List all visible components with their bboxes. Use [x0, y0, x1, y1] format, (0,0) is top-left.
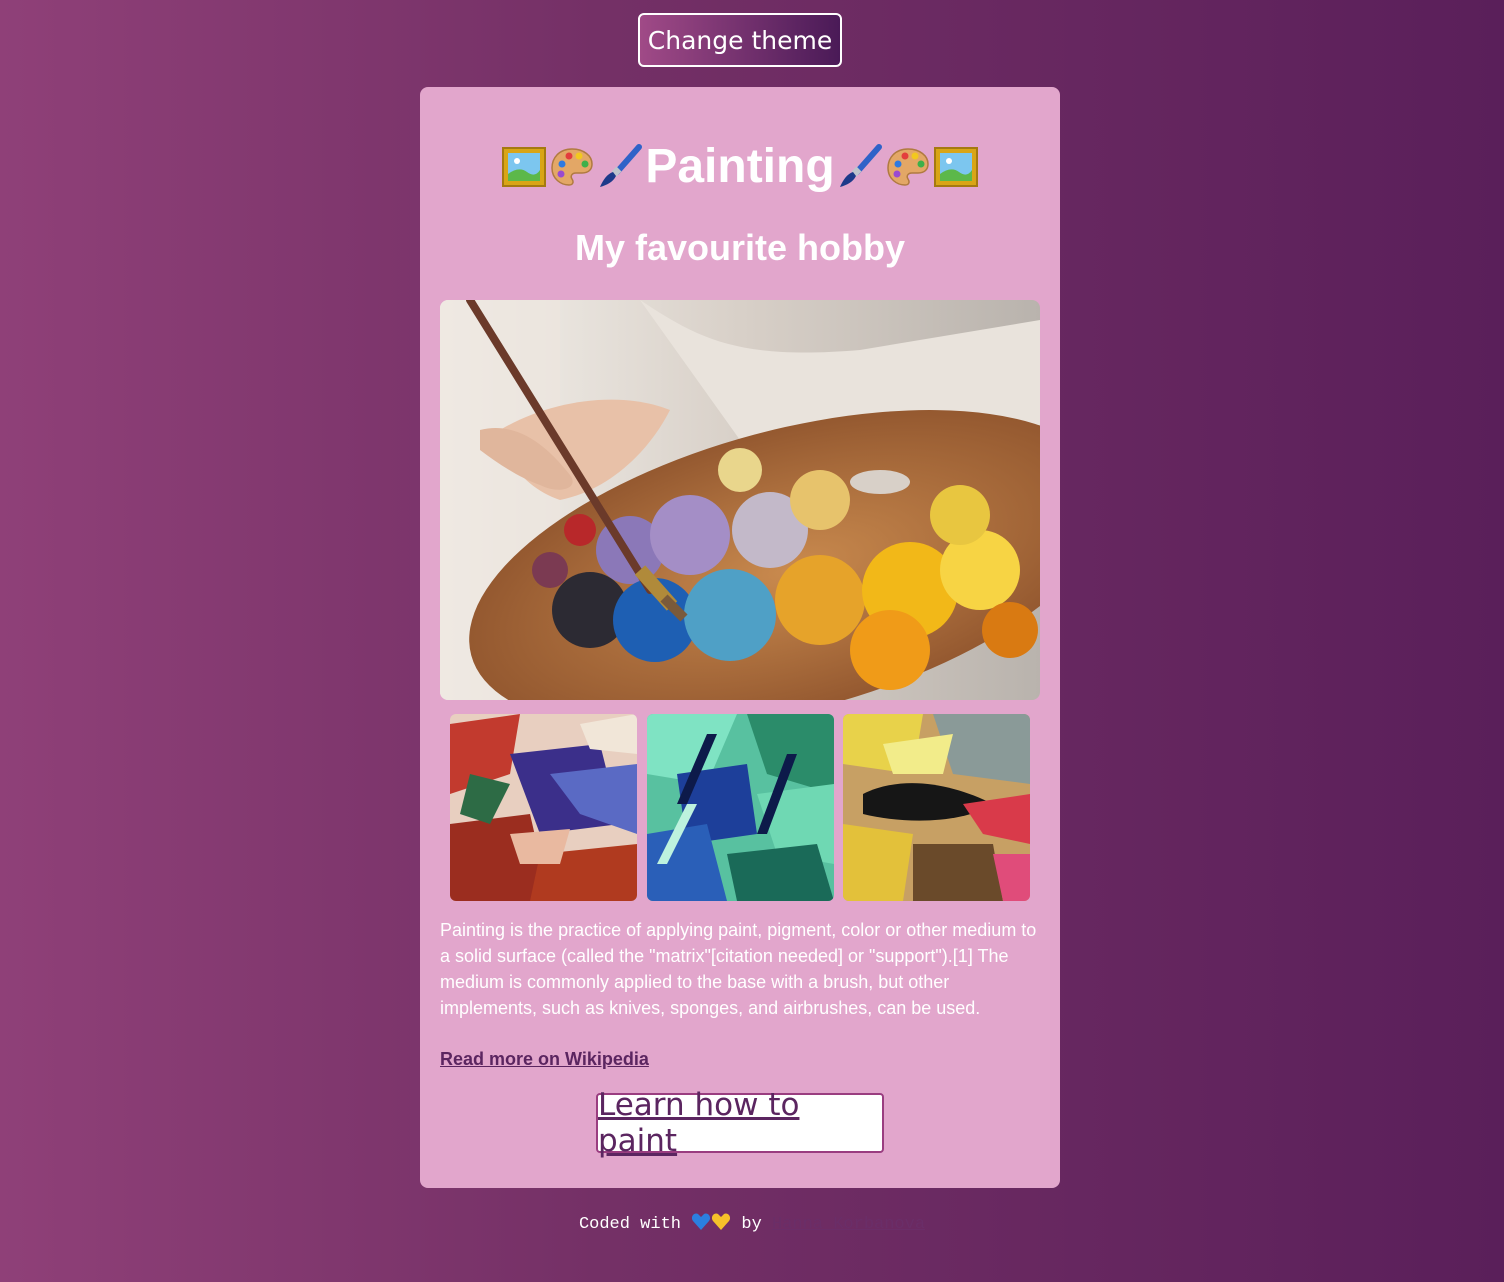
title-text: Painting — [645, 140, 835, 193]
paintbrush-icon — [839, 143, 882, 187]
paintbrush-icon — [600, 143, 643, 187]
description-text: Painting is the practice of applying pai… — [440, 920, 1037, 1018]
thumbnail-gallery — [450, 714, 1030, 901]
change-theme-button[interactable]: Change theme — [638, 13, 842, 67]
subtitle: My favourite hobby — [574, 227, 906, 268]
framed-picture-icon — [502, 146, 547, 187]
palette-icon — [551, 147, 594, 186]
wikipedia-link[interactable]: Read more on Wikipedia — [440, 1049, 649, 1070]
page-title: Painting — [420, 139, 1060, 194]
learn-to-paint-button[interactable]: Learn how to paint — [596, 1087, 884, 1159]
blue-heart-icon — [692, 1213, 711, 1230]
author-link[interactable]: Hanna Korbanova — [772, 1215, 925, 1234]
footer-by: by — [741, 1215, 762, 1234]
thumbnail-image — [450, 714, 637, 901]
footer-prefix: Coded with — [578, 1215, 681, 1234]
hero-image — [440, 300, 1040, 700]
thumbnail-image — [647, 714, 834, 901]
framed-picture-icon — [933, 146, 978, 187]
palette-icon — [886, 147, 929, 186]
footer: Coded with by Hanna Korbanova — [0, 1212, 1504, 1234]
hobby-card: Painting My favourite hobby Painting is … — [420, 87, 1060, 1188]
yellow-heart-icon — [712, 1213, 731, 1230]
thumbnail-image — [843, 714, 1030, 901]
